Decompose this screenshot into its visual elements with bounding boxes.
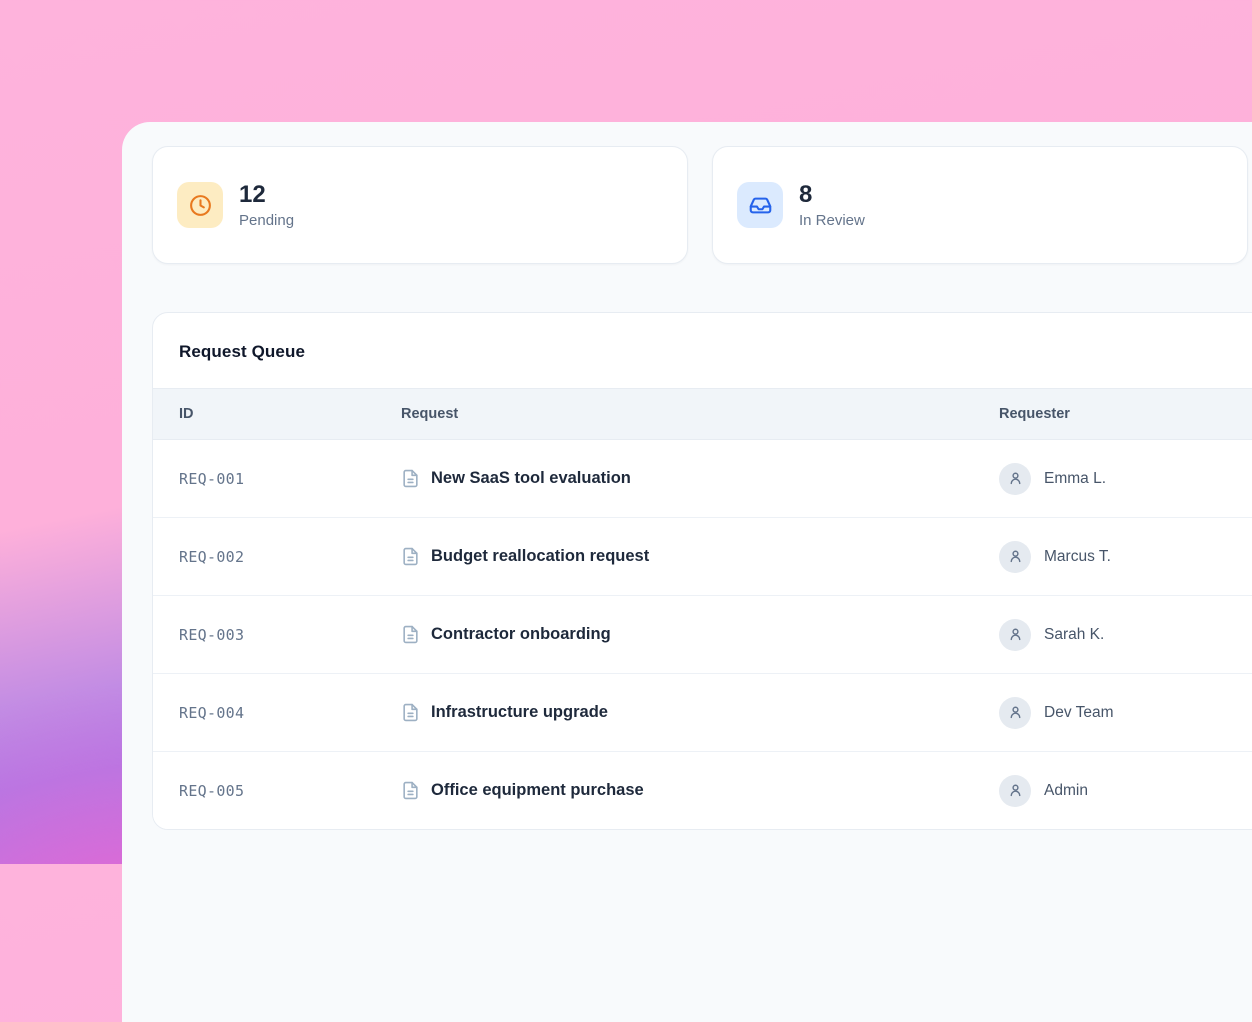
request-id: REQ-004 (179, 704, 401, 722)
document-icon (401, 547, 420, 566)
user-avatar-icon (999, 775, 1031, 807)
dashboard-screen: { "stat_cards": [ { "value": "12", "labe… (0, 0, 1252, 864)
column-header-id: ID (179, 406, 401, 422)
document-icon (401, 625, 420, 644)
table-header-row: ID Request Requester (153, 388, 1252, 440)
stats-row: 12 Pending 8 In Review (152, 146, 1252, 264)
in-review-label: In Review (799, 212, 865, 229)
pending-count: 12 (239, 181, 294, 209)
request-cell: Budget reallocation request (401, 547, 999, 566)
table-body: REQ-001 New SaaS tool evaluation (153, 440, 1252, 829)
requester-cell: Marcus T. (999, 541, 1252, 573)
request-queue-card: Request Queue ID Request Requester REQ-0… (152, 312, 1252, 830)
clock-icon (177, 182, 223, 228)
table-row[interactable]: REQ-002 Budget reallocation request (153, 518, 1252, 596)
table-row[interactable]: REQ-005 Office equipment purchase (153, 752, 1252, 829)
table-row[interactable]: REQ-003 Contractor onboarding (153, 596, 1252, 674)
request-cell: Infrastructure upgrade (401, 703, 999, 722)
stat-text: 8 In Review (799, 181, 865, 229)
request-title: Infrastructure upgrade (431, 703, 608, 722)
user-avatar-icon (999, 541, 1031, 573)
requester-name: Sarah K. (1044, 626, 1104, 644)
table-row[interactable]: REQ-004 Infrastructure upgrade (153, 674, 1252, 752)
request-cell: Contractor onboarding (401, 625, 999, 644)
user-avatar-icon (999, 697, 1031, 729)
user-avatar-icon (999, 619, 1031, 651)
document-icon (401, 703, 420, 722)
in-review-count: 8 (799, 181, 865, 209)
requester-cell: Sarah K. (999, 619, 1252, 651)
stat-card-pending: 12 Pending (152, 146, 688, 264)
document-icon (401, 781, 420, 800)
stat-text: 12 Pending (239, 181, 294, 229)
pending-label: Pending (239, 212, 294, 229)
request-queue-title: Request Queue (153, 313, 1252, 388)
request-cell: New SaaS tool evaluation (401, 469, 999, 488)
table-row[interactable]: REQ-001 New SaaS tool evaluation (153, 440, 1252, 518)
requester-name: Dev Team (1044, 704, 1114, 722)
user-avatar-icon (999, 463, 1031, 495)
request-id: REQ-002 (179, 548, 401, 566)
request-id: REQ-001 (179, 470, 401, 488)
request-title: New SaaS tool evaluation (431, 469, 631, 488)
column-header-request: Request (401, 406, 999, 422)
request-cell: Office equipment purchase (401, 781, 999, 800)
request-title: Contractor onboarding (431, 625, 611, 644)
requester-name: Admin (1044, 782, 1088, 800)
requester-cell: Admin (999, 775, 1252, 807)
request-id: REQ-005 (179, 782, 401, 800)
requester-cell: Dev Team (999, 697, 1252, 729)
main-panel: 12 Pending 8 In Review Request Queue ID … (122, 122, 1252, 1022)
inbox-icon (737, 182, 783, 228)
requester-name: Marcus T. (1044, 548, 1111, 566)
requester-cell: Emma L. (999, 463, 1252, 495)
stat-card-in-review: 8 In Review (712, 146, 1248, 264)
requester-name: Emma L. (1044, 470, 1106, 488)
request-title: Office equipment purchase (431, 781, 644, 800)
request-title: Budget reallocation request (431, 547, 649, 566)
document-icon (401, 469, 420, 488)
column-header-requester: Requester (999, 406, 1252, 422)
request-id: REQ-003 (179, 626, 401, 644)
